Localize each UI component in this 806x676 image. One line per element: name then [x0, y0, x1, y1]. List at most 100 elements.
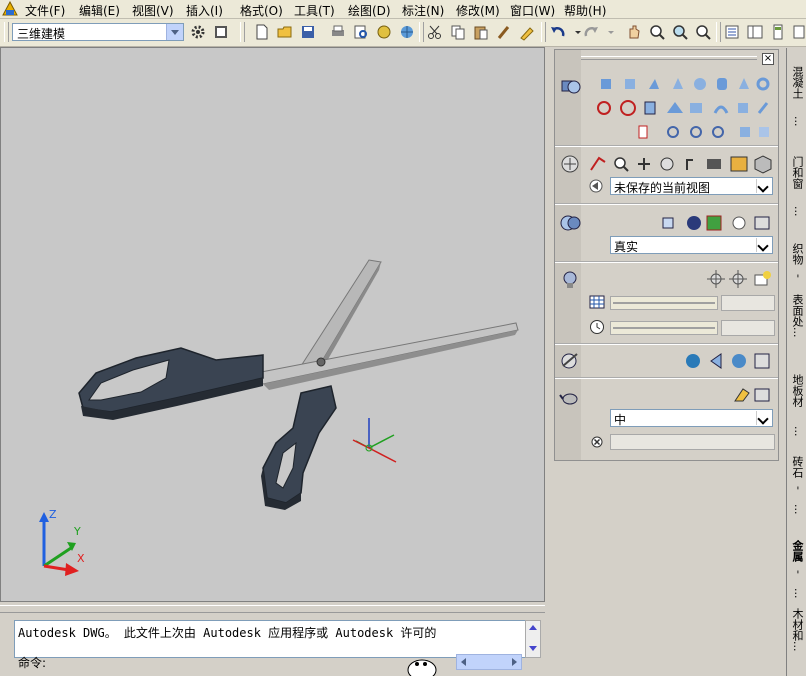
undo-dropdown[interactable]	[568, 23, 581, 42]
sheet-set-icon	[793, 25, 805, 39]
toolbar-grip[interactable]	[240, 22, 245, 42]
properties-icon	[725, 25, 739, 39]
history-scrollbar[interactable]	[525, 620, 541, 658]
visual-style-select[interactable]: 真实	[610, 236, 773, 254]
zoom-window-button[interactable]	[670, 23, 690, 42]
cut-button[interactable]	[425, 23, 445, 42]
chevron-down-icon[interactable]	[166, 24, 183, 40]
palette-tab-fabric[interactable]: 织物	[789, 243, 805, 265]
menu-edit[interactable]: 编辑(E)	[79, 2, 120, 19]
view-select[interactable]: 未保存的当前视图	[610, 177, 773, 195]
workspace-settings-button[interactable]	[188, 23, 208, 42]
brush-icon	[497, 26, 510, 39]
workspace-save-button[interactable]	[211, 23, 231, 42]
plot-button[interactable]	[328, 23, 348, 42]
save-disk-icon	[302, 26, 314, 38]
plot-preview-button[interactable]	[351, 23, 371, 42]
visual-style-toolbar[interactable]	[659, 214, 773, 232]
undo-button[interactable]	[548, 23, 568, 42]
menu-view[interactable]: 视图(V)	[132, 2, 174, 19]
3d-operations-toolbar[interactable]	[595, 99, 771, 117]
menu-draw[interactable]: 绘图(D)	[348, 2, 391, 19]
menu-format[interactable]: 格式(O)	[240, 2, 283, 19]
splitter[interactable]	[0, 605, 545, 613]
chevron-down-icon[interactable]	[756, 238, 771, 252]
menu-window[interactable]: 窗口(W)	[510, 2, 555, 19]
new-button[interactable]	[252, 23, 272, 42]
menu-insert[interactable]: 插入(I)	[186, 2, 223, 19]
copy-icon	[451, 25, 465, 40]
contrast-value-box[interactable]	[721, 320, 775, 336]
redo-dropdown[interactable]	[601, 23, 614, 42]
pan-realtime-button[interactable]	[624, 23, 644, 42]
lights-toolbar[interactable]	[705, 269, 773, 289]
scroll-right-icon[interactable]	[507, 655, 521, 669]
visual-style-section-icon[interactable]	[559, 212, 581, 234]
brightness-grid-icon	[589, 295, 605, 309]
chevron-down-icon[interactable]	[756, 411, 771, 425]
paste-button[interactable]	[471, 23, 491, 42]
tool-palette-icon	[773, 24, 783, 40]
render-quality-select[interactable]: 中	[610, 409, 773, 427]
redo-button[interactable]	[581, 23, 601, 42]
light-bulb-icon[interactable]	[559, 269, 581, 291]
tool-palettes-button[interactable]	[768, 23, 788, 42]
clock-icon	[590, 320, 604, 334]
brightness-value-box[interactable]	[721, 295, 775, 311]
horizontal-scrollbar[interactable]	[456, 654, 522, 670]
palette-tab-doors-windows[interactable]: 门和窗	[789, 156, 805, 189]
menu-modify[interactable]: 修改(M)	[456, 2, 500, 19]
toolbar-grip[interactable]	[4, 22, 9, 42]
drawing-viewport[interactable]: Z Y X	[0, 47, 545, 602]
block-editor-button[interactable]	[517, 23, 537, 42]
scroll-down-icon[interactable]	[526, 641, 540, 655]
scroll-up-icon[interactable]	[526, 621, 540, 635]
menu-file[interactable]: 文件(F)	[25, 2, 65, 19]
save-button[interactable]	[298, 23, 318, 42]
zoom-realtime-button[interactable]	[647, 23, 667, 42]
palette-tab-metals[interactable]: 金属	[789, 540, 805, 562]
chevron-down-icon[interactable]	[756, 179, 771, 193]
properties-button[interactable]	[722, 23, 742, 42]
design-center-button[interactable]	[745, 23, 765, 42]
palette-tab-wood-plastics[interactable]: 木材和...	[789, 608, 805, 652]
close-icon[interactable]: ×	[762, 53, 774, 65]
publish-button[interactable]	[374, 23, 394, 42]
panel-drag-bar[interactable]	[577, 56, 757, 60]
scroll-left-icon[interactable]	[457, 655, 471, 669]
palette-tab-finishes[interactable]: 表面处...	[789, 294, 805, 338]
palette-tab-concrete[interactable]: 混凝土	[789, 66, 805, 99]
palette-tab-flooring[interactable]: 地板材	[789, 374, 805, 407]
workspace-select[interactable]: 三维建模	[12, 23, 184, 41]
contrast-slider[interactable]	[610, 321, 718, 335]
copy-button[interactable]	[448, 23, 468, 42]
palette-tab-masonry[interactable]: 砖石	[789, 456, 805, 478]
menu-dimension[interactable]: 标注(N)	[402, 2, 444, 19]
3d-navigate-section-icon[interactable]	[560, 154, 580, 174]
solid-editing-toolbar[interactable]	[637, 123, 771, 141]
materials-toolbar[interactable]	[681, 351, 773, 371]
menu-help[interactable]: 帮助(H)	[564, 2, 606, 19]
zoom-previous-button[interactable]	[693, 23, 713, 42]
toolbar-grip[interactable]	[541, 22, 546, 42]
teapot-icon[interactable]	[559, 385, 581, 407]
render-toolbar[interactable]	[731, 385, 773, 405]
toolbar-grip[interactable]	[419, 22, 424, 42]
autocad-logo-icon	[2, 1, 18, 16]
pan-hand-icon	[629, 25, 640, 39]
3d-make-section-icon[interactable]	[559, 74, 581, 96]
redo-arrow-icon	[584, 27, 598, 37]
cancel-render-icon[interactable]	[591, 436, 603, 448]
command-input[interactable]	[60, 652, 450, 668]
open-button[interactable]	[275, 23, 295, 42]
materials-section-icon[interactable]	[559, 350, 581, 372]
publish-web-button[interactable]	[397, 23, 417, 42]
solid-primitives-toolbar[interactable]	[599, 75, 771, 93]
toolbar-grip[interactable]	[716, 22, 721, 42]
brightness-slider[interactable]	[610, 296, 718, 310]
menu-tools[interactable]: 工具(T)	[294, 2, 335, 19]
match-properties-button[interactable]	[494, 23, 514, 42]
zoom-plus-icon	[650, 25, 665, 40]
sheet-set-button[interactable]	[790, 23, 806, 42]
navigation-toolbar[interactable]	[589, 154, 775, 174]
